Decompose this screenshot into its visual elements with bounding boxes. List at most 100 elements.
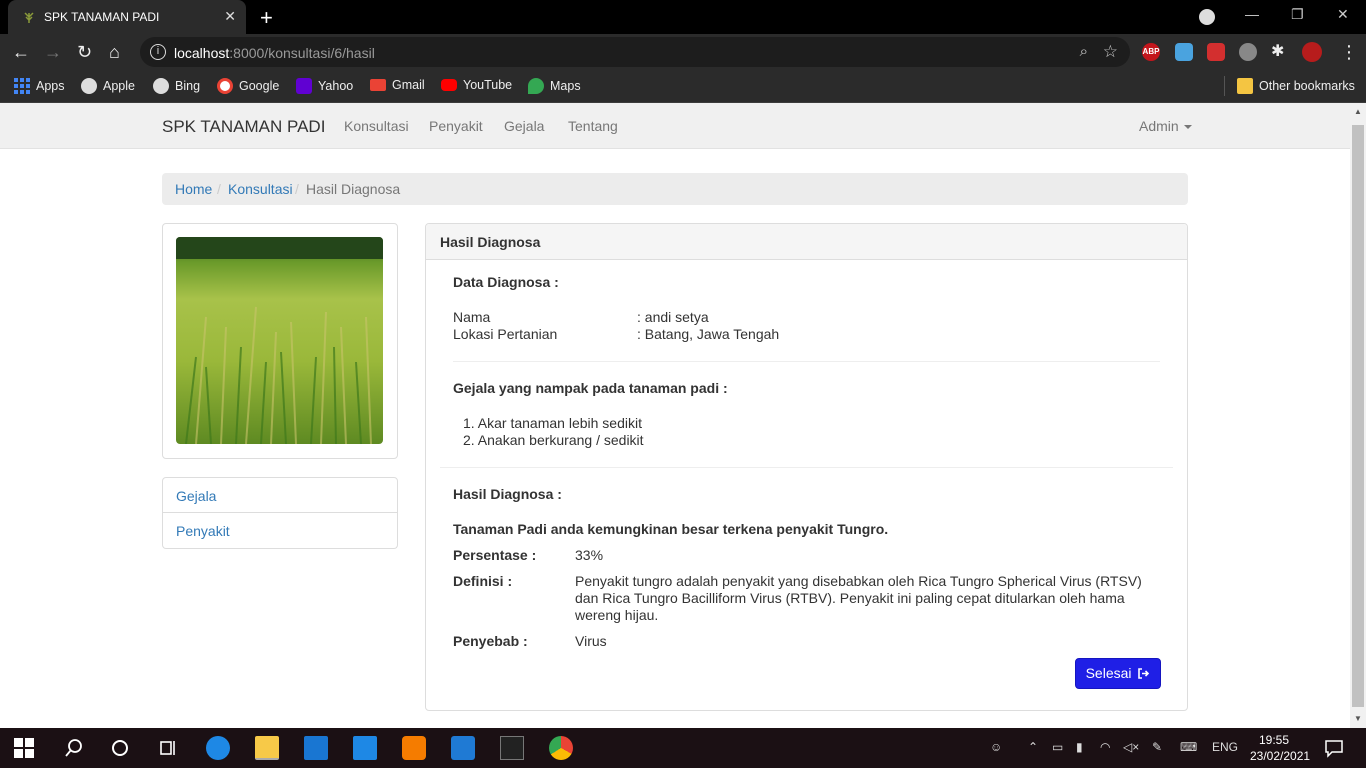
browser-toolbar: ← → ↻ ⌂ i localhost:8000/konsultasi/6/ha… <box>0 34 1366 70</box>
store-icon[interactable] <box>304 736 328 760</box>
selesai-button[interactable]: Selesai <box>1075 658 1161 689</box>
reload-icon[interactable]: ↻ <box>77 42 92 62</box>
file-explorer-icon[interactable] <box>255 736 279 760</box>
scroll-thumb[interactable] <box>1352 125 1364 707</box>
wifi-icon[interactable]: ◠ <box>1100 740 1110 754</box>
caret-down-icon <box>1183 125 1192 130</box>
tab-search-icon[interactable] <box>1199 9 1215 25</box>
nav-gejala[interactable]: Gejala <box>504 118 544 134</box>
breadcrumb-active: Hasil Diagnosa <box>306 181 401 197</box>
adblock-extension-icon[interactable]: ABP <box>1142 43 1160 61</box>
search-icon[interactable] <box>62 736 86 760</box>
lokasi-value: : Batang, Jawa Tengah <box>637 326 780 342</box>
pen-icon[interactable]: ✎ <box>1152 740 1162 754</box>
minimize-icon[interactable]: — <box>1245 6 1259 22</box>
home-icon[interactable]: ⌂ <box>109 42 120 62</box>
edge-icon[interactable] <box>206 736 230 760</box>
bookmark-google[interactable]: Google <box>217 78 279 94</box>
penyebab-value: Virus <box>575 633 607 649</box>
bookmark-apple[interactable]: Apple <box>81 78 135 94</box>
bookmark-youtube[interactable]: YouTube <box>441 78 512 92</box>
tray-chevron-icon[interactable]: ⌃ <box>1028 740 1038 754</box>
globe-extension-icon[interactable] <box>1239 43 1257 61</box>
globe-icon <box>153 78 169 94</box>
meet-now-icon[interactable]: ▭ <box>1052 740 1063 754</box>
breadcrumb-separator: / <box>217 181 221 197</box>
gejala-item: 1. Akar tanaman lebih sedikit <box>463 415 642 431</box>
language-indicator[interactable]: ENG <box>1212 740 1238 754</box>
scroll-down-icon[interactable]: ▼ <box>1354 714 1362 723</box>
breadcrumb: Home / Konsultasi / Hasil Diagnosa <box>162 173 1188 205</box>
bookmark-bing[interactable]: Bing <box>153 78 200 94</box>
panel-heading: Hasil Diagnosa <box>426 224 1187 260</box>
breadcrumb-konsultasi[interactable]: Konsultasi <box>228 181 293 197</box>
definisi-line: wereng hijau. <box>575 607 659 623</box>
forward-icon[interactable]: → <box>44 42 62 62</box>
clock[interactable]: 19:55 23/02/2021 <box>1250 732 1311 764</box>
persentase-label: Persentase : <box>453 547 537 563</box>
bookmark-apps[interactable]: Apps <box>14 78 65 94</box>
diagnosis-panel: Hasil Diagnosa Data Diagnosa : Nama : an… <box>425 223 1188 711</box>
apps-grid-icon <box>14 78 30 94</box>
extensions-puzzle-icon[interactable]: ✱ <box>1271 42 1284 62</box>
new-tab-icon[interactable]: + <box>260 5 273 31</box>
divider <box>440 467 1173 468</box>
scroll-up-icon[interactable]: ▲ <box>1354 107 1362 116</box>
people-icon[interactable]: ☺ <box>990 740 1002 754</box>
sidebar-list: Gejala Penyakit <box>162 477 398 549</box>
tab-title: SPK TANAMAN PADI <box>44 10 160 24</box>
site-info-icon[interactable]: i <box>150 44 166 60</box>
nav-konsultasi[interactable]: Konsultasi <box>344 118 409 134</box>
rice-image-thumbnail <box>162 223 398 459</box>
restore-icon[interactable]: ❐ <box>1291 6 1304 23</box>
bookmark-maps[interactable]: Maps <box>528 78 581 94</box>
sign-out-icon <box>1138 668 1150 679</box>
mail-icon[interactable] <box>353 736 377 760</box>
terminal-icon[interactable] <box>500 736 524 760</box>
profile-avatar[interactable] <box>1302 42 1322 62</box>
keyboard-icon[interactable]: ⌨ <box>1180 740 1197 754</box>
back-icon[interactable]: ← <box>12 42 30 62</box>
bookmark-yahoo[interactable]: Yahoo <box>296 78 353 94</box>
sidebar-item-gejala[interactable]: Gejala <box>162 477 398 513</box>
pdf-extension-icon[interactable] <box>1207 43 1225 61</box>
vscode-icon[interactable] <box>451 736 475 760</box>
breadcrumb-home[interactable]: Home <box>175 181 212 197</box>
volume-muted-icon[interactable]: ◁× <box>1123 740 1139 754</box>
nav-tentang[interactable]: Tentang <box>568 118 618 134</box>
lokasi-label: Lokasi Pertanian <box>453 326 558 342</box>
definisi-line: dan Rica Tungro Bacilliform Virus (RTBV)… <box>575 590 1125 606</box>
battery-icon[interactable]: ▮ <box>1076 740 1083 754</box>
url-text[interactable]: localhost:8000/konsultasi/6/hasil <box>174 45 375 61</box>
yahoo-icon <box>296 78 312 94</box>
cloud-extension-icon[interactable] <box>1175 43 1193 61</box>
zoom-icon[interactable]: ⌕ <box>1080 43 1088 60</box>
notification-icon[interactable] <box>1322 736 1346 760</box>
browser-tab[interactable]: SPK TANAMAN PADI ✕ <box>8 0 246 34</box>
admin-dropdown[interactable]: Admin <box>1139 118 1192 134</box>
address-bar[interactable]: i localhost:8000/konsultasi/6/hasil ⌕ ☆ <box>140 37 1130 67</box>
clock-date: 23/02/2021 <box>1250 749 1311 763</box>
chrome-icon[interactable] <box>549 736 573 760</box>
tab-close-icon[interactable]: ✕ <box>224 8 236 25</box>
browser-tab-strip: SPK TANAMAN PADI ✕ + — ❐ ✕ <box>0 0 1366 34</box>
navbar-brand[interactable]: SPK TANAMAN PADI <box>162 117 325 137</box>
windows-start-icon[interactable] <box>14 738 34 758</box>
nav-penyakit[interactable]: Penyakit <box>429 118 483 134</box>
window-close-icon[interactable]: ✕ <box>1337 6 1349 23</box>
nama-label: Nama <box>453 309 491 325</box>
bookmark-star-icon[interactable]: ☆ <box>1103 42 1118 62</box>
menu-kebab-icon[interactable]: ⋮ <box>1340 42 1358 62</box>
sidebar-item-penyakit[interactable]: Penyakit <box>162 513 398 549</box>
bookmark-gmail[interactable]: Gmail <box>370 78 425 92</box>
data-diagnosa-title: Data Diagnosa : <box>453 274 559 290</box>
bookmark-other[interactable]: Other bookmarks <box>1237 78 1355 94</box>
breadcrumb-separator: / <box>295 181 299 197</box>
page-scrollbar[interactable]: ▲ ▼ <box>1350 103 1366 728</box>
xampp-icon[interactable] <box>402 736 426 760</box>
task-view-icon[interactable] <box>156 736 180 760</box>
penyebab-label: Penyebab : <box>453 633 528 649</box>
cortana-icon[interactable] <box>108 736 132 760</box>
youtube-icon <box>441 79 457 91</box>
nama-value: : andi setya <box>637 309 709 325</box>
